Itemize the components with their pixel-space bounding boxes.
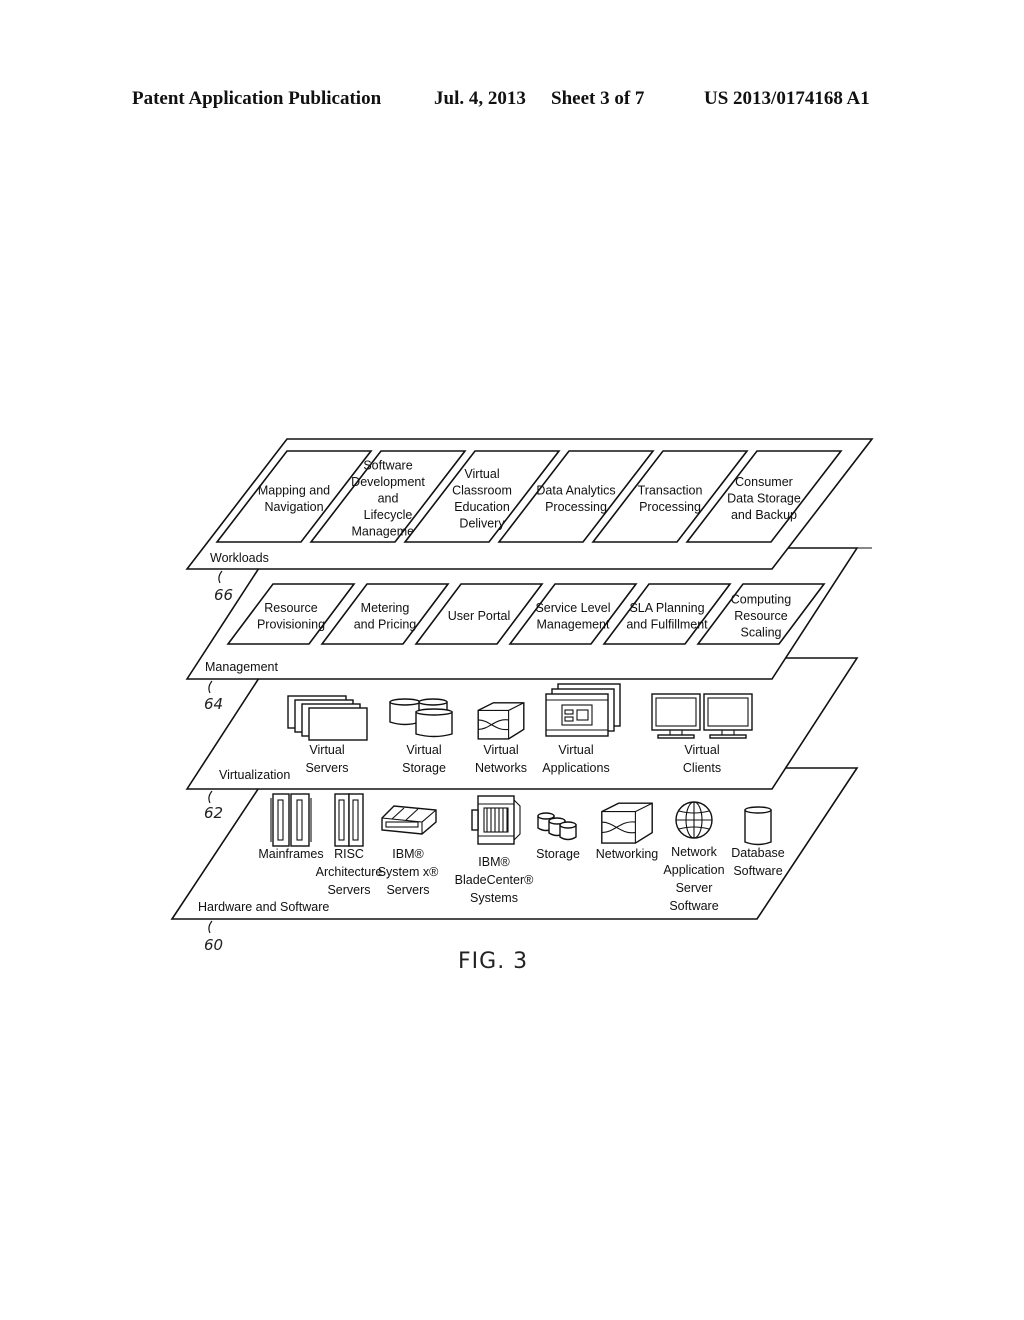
virtual-resource-label-line: Virtual <box>406 743 441 757</box>
virtual-resource-label-line: Servers <box>305 761 348 775</box>
hardware-resource-label-line: Mainframes <box>258 847 323 861</box>
service-tile-label-line: and Pricing <box>354 617 417 631</box>
reference-numeral: 62 <box>204 804 223 822</box>
hardware-resource-label-line: Servers <box>327 883 370 897</box>
service-tile-label-line: Navigation <box>264 500 323 514</box>
service-tile-label-line: Metering <box>361 601 410 615</box>
system-x-server-icon <box>381 805 437 835</box>
service-tile-label-line: Scaling <box>741 626 782 640</box>
leader-line <box>208 920 213 934</box>
layer-name: Workloads <box>210 551 269 565</box>
hardware-resource-label-line: Systems <box>470 891 518 905</box>
hardware-resource-label-line: IBM® <box>478 855 510 869</box>
service-tile-label-line: Computing <box>731 593 791 607</box>
service-tile-label-line: Data Analytics <box>536 483 615 497</box>
hardware-resource-label-line: IBM® <box>392 847 424 861</box>
virtual-resource-label-line: Virtual <box>483 743 518 757</box>
leader-line <box>218 570 223 584</box>
service-tile-label-line: Virtual <box>464 467 499 481</box>
globe-icon <box>675 801 713 839</box>
hardware-resource-label-line: Database <box>731 846 785 860</box>
virtual-networks-icon <box>477 702 525 740</box>
service-tile-label-line: Provisioning <box>257 617 325 631</box>
service-tile-label-line: Transaction <box>638 483 703 497</box>
hardware-resource-label-line: RISC <box>334 847 364 861</box>
hardware-resource-label-line: Architecture <box>316 865 383 879</box>
service-tile-label-line: Processing <box>639 500 701 514</box>
leader-line <box>208 790 213 804</box>
virtual-resource-label-line: Networks <box>475 761 527 775</box>
service-tile-label: Consumer Data Storage and Backup <box>727 475 801 522</box>
hardware-resource-label: Mainframes <box>258 847 323 861</box>
virtual-resource-label-line: Virtual <box>684 743 719 757</box>
layer-name: Hardware and Software <box>198 900 329 914</box>
service-tile-label-line: and Fulfillment <box>626 617 708 631</box>
service-tile-label-line: Consumer <box>735 475 793 489</box>
reference-numeral: 64 <box>204 695 223 713</box>
mainframe-icon <box>270 793 312 847</box>
hardware-resource-label-line: Network <box>671 845 718 859</box>
service-tile-label-line: Data Storage <box>727 492 801 506</box>
layered-architecture-diagram: Hardware and Software 60 Mainframes RISC Arc… <box>170 438 874 974</box>
service-tile-label-line: Lifecycle <box>364 508 413 522</box>
hardware-resource-label-line: System x® <box>378 865 439 879</box>
bladecenter-icon <box>471 795 521 845</box>
figure-label: FIG. 3 <box>458 949 528 974</box>
service-tile-label-line: Resource <box>264 601 318 615</box>
hardware-resource-label-line: Storage <box>536 847 580 861</box>
leader-line <box>208 680 213 694</box>
hardware-resource-label-line: Networking <box>596 847 659 861</box>
layer-hardware-software: Hardware and Software 60 Mainframes RISC Arc… <box>170 767 859 954</box>
database-icon <box>744 806 772 846</box>
service-tile-label: User Portal <box>448 609 511 623</box>
service-tile-label-line: and <box>378 492 399 506</box>
virtual-resource-label-line: Storage <box>402 761 446 775</box>
hardware-resource-label-line: Software <box>669 899 718 913</box>
hardware-resource-label: Storage <box>536 847 580 861</box>
service-tile-label-line: and Backup <box>731 508 797 522</box>
service-tile-label-line: SLA Planning <box>629 601 704 615</box>
service-tile-label-line: Mapping and <box>258 483 330 497</box>
service-tile-label-line: User Portal <box>448 609 511 623</box>
hardware-resource: Networking <box>596 802 659 861</box>
hardware-resource-label-line: Servers <box>386 883 429 897</box>
hardware-resource-label-line: BladeCenter® <box>455 873 534 887</box>
hardware-resource-label-line: Server <box>676 881 713 895</box>
service-tile-label-line: Management <box>537 617 610 631</box>
service-tile-label-line: Resource <box>734 609 788 623</box>
virtual-resource-label-line: Clients <box>683 761 721 775</box>
service-tile-label-line: Development <box>351 475 425 489</box>
virtual-resource-label-line: Virtual <box>309 743 344 757</box>
hardware-resource-label: Networking <box>596 847 659 861</box>
service-tile-label-line: Education <box>454 500 510 514</box>
hardware-resource-label-line: Software <box>733 864 782 878</box>
networking-icon <box>601 802 653 844</box>
service-tile-label-line: Service Level <box>535 601 610 615</box>
layer-name: Management <box>205 660 278 674</box>
risc-server-icon <box>334 793 364 847</box>
hardware-resource-label-line: Application <box>663 863 724 877</box>
service-tile-label-line: Processing <box>545 500 607 514</box>
service-tile-label-line: Classroom <box>452 483 512 497</box>
virtual-resource-label-line: Virtual <box>558 743 593 757</box>
virtual-resource: Virtual Applications <box>542 683 621 775</box>
layer-name: Virtualization <box>219 768 290 782</box>
virtual-applications-icon <box>545 683 621 737</box>
reference-numeral: 60 <box>204 936 223 954</box>
service-tile-label-line: Delivery <box>459 516 505 530</box>
virtual-resource-label-line: Applications <box>542 761 609 775</box>
reference-numeral: 66 <box>214 586 233 604</box>
service-tile-label-line: Software <box>363 459 412 473</box>
